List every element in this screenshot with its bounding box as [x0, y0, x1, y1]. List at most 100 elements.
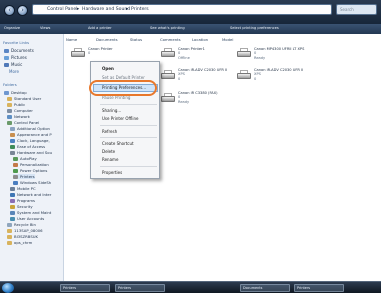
user-accounts-icon: [10, 217, 15, 221]
menu-refresh[interactable]: Refresh: [102, 129, 117, 134]
back-button[interactable]: ‹: [4, 5, 15, 16]
user-folder-icon: [7, 97, 12, 101]
column-model[interactable]: Model: [222, 37, 233, 42]
start-button[interactable]: [2, 283, 14, 293]
command-toolbar: Organize Views Add a printer See what's …: [0, 24, 381, 34]
appearance-icon: [10, 133, 15, 137]
clock-icon: [10, 139, 15, 143]
tree-folder-2[interactable]: BI3SZRBSUK: [7, 234, 38, 239]
column-documents[interactable]: Documents: [96, 37, 118, 42]
menu-sharing[interactable]: Sharing...: [102, 108, 121, 113]
tree-desktop[interactable]: Desktop: [4, 90, 27, 95]
sideshow-icon: [13, 181, 18, 185]
favorite-pictures[interactable]: Pictures: [4, 55, 27, 60]
tree-security[interactable]: Security: [10, 204, 33, 209]
documents-icon: [4, 49, 9, 53]
printer-item[interactable]: Canon iR-ADV C2030 UFR II XPS 0: [178, 68, 227, 81]
printer-item[interactable]: Canon Printer 0: [88, 47, 113, 56]
folders-heading[interactable]: Folders: [3, 82, 17, 87]
address-bar[interactable]: Control Panel ▸ Hardware and Sound ▸ Pri…: [32, 4, 332, 15]
security-icon: [10, 205, 15, 209]
autoplay-icon: [13, 157, 18, 161]
menu-use-printer-offline[interactable]: Use Printer Offline: [102, 116, 138, 121]
tree-folder-3[interactable]: ops_chrm: [7, 240, 32, 245]
personalization-icon: [13, 163, 18, 167]
context-menu: Open Set as Default Printer Printing Pre…: [90, 61, 160, 179]
printer-icon[interactable]: [70, 48, 86, 59]
printer-icon[interactable]: [160, 70, 176, 81]
folder-icon: [7, 229, 12, 233]
see-whats-printing-button[interactable]: See what's printing: [150, 26, 185, 30]
menu-open[interactable]: Open: [102, 66, 114, 71]
breadcrumb-control-panel[interactable]: Control Panel: [47, 7, 77, 12]
system-icon: [10, 211, 15, 215]
tree-folder-1[interactable]: 113SAP_08006: [7, 228, 43, 233]
tree-printers[interactable]: Printers: [13, 174, 35, 179]
tree-network[interactable]: Network: [7, 114, 30, 119]
column-name[interactable]: Name: [66, 37, 77, 42]
folder-icon: [7, 235, 12, 239]
printing-preferences-button[interactable]: Select printing preferences: [230, 26, 279, 30]
favorite-music[interactable]: Music: [4, 62, 22, 67]
tree-clock-language[interactable]: Clock, Language,: [10, 138, 50, 143]
menu-rename[interactable]: Rename: [102, 157, 118, 162]
breadcrumb-hardware-and-sound[interactable]: Hardware and Sound: [82, 7, 130, 12]
power-icon: [13, 169, 18, 173]
column-status[interactable]: Status: [130, 37, 142, 42]
hardware-icon: [10, 151, 15, 155]
favorite-more[interactable]: More: [9, 69, 19, 74]
tree-power-options[interactable]: Power Options: [13, 168, 47, 173]
printer-icon[interactable]: [236, 70, 252, 81]
tree-windows-sideshow[interactable]: Windows SideSh: [13, 180, 51, 185]
desktop-icon: [4, 91, 9, 95]
highlight-ring-annotation: [89, 80, 157, 96]
search-input[interactable]: Search: [336, 4, 377, 15]
tree-hardware-and-sound[interactable]: Hardware and Sou: [10, 150, 52, 155]
tree-mobile-pc[interactable]: Mobile PC: [10, 186, 36, 191]
menu-separator: [100, 166, 157, 167]
menu-properties[interactable]: Properties: [102, 170, 122, 175]
taskbar-button-printers-2[interactable]: Printers: [115, 284, 165, 292]
tree-network-internet[interactable]: Network and Inter: [10, 192, 51, 197]
views-button[interactable]: Views: [40, 26, 50, 30]
organize-button[interactable]: Organize: [4, 26, 20, 30]
navigation-pane: Favorite Links Documents Pictures Music …: [0, 34, 64, 281]
taskbar-button-documents[interactable]: Documents: [240, 284, 290, 292]
printer-icon[interactable]: [160, 48, 176, 59]
tree-appearance[interactable]: Appearance and P: [10, 132, 52, 137]
menu-create-shortcut[interactable]: Create Shortcut: [102, 141, 134, 146]
mobile-pc-icon: [10, 187, 15, 191]
printer-icon[interactable]: [160, 93, 176, 104]
tree-user-accounts[interactable]: User Accounts: [10, 216, 44, 221]
taskbar-button-printers[interactable]: Printers: [60, 284, 110, 292]
tree-recycle-bin[interactable]: Recycle Bin: [7, 222, 36, 227]
add-printer-button[interactable]: Add a printer: [88, 26, 112, 30]
printer-item[interactable]: Canon MP4300 UFRII LT XPS 0 Ready: [254, 47, 304, 60]
tree-additional-options[interactable]: Additional Option: [10, 126, 50, 131]
tree-public[interactable]: Public: [7, 102, 25, 107]
column-location[interactable]: Location: [192, 37, 208, 42]
tree-standard-user[interactable]: Standard User: [7, 96, 41, 101]
taskbar-button-printers-3[interactable]: Printers: [294, 284, 344, 292]
tree-personalization[interactable]: Personalization: [13, 162, 49, 167]
tree-programs[interactable]: Programs: [10, 198, 35, 203]
favorite-documents[interactable]: Documents: [4, 48, 34, 53]
tree-ease-of-access[interactable]: Ease of Access: [10, 144, 45, 149]
printer-item[interactable]: Canon iR C3380 (FAX) 0 Ready: [178, 91, 218, 104]
network-internet-icon: [10, 193, 15, 197]
tree-system-maintenance[interactable]: System and Maint: [10, 210, 51, 215]
tree-control-panel[interactable]: Control Panel: [7, 120, 39, 125]
printer-item[interactable]: Canon iR-ADV C2030 UFR II XPS 0: [254, 68, 303, 81]
music-icon: [4, 63, 9, 67]
column-comments[interactable]: Comments: [160, 37, 181, 42]
forward-button[interactable]: ›: [17, 5, 28, 16]
breadcrumb-printers[interactable]: Printers: [131, 7, 149, 12]
tree-autoplay[interactable]: AutoPlay: [13, 156, 37, 161]
network-icon: [7, 115, 12, 119]
printer-icon[interactable]: [236, 48, 252, 59]
folder-icon: [7, 241, 12, 245]
menu-separator: [100, 125, 157, 126]
tree-computer[interactable]: Computer: [7, 108, 33, 113]
printer-item[interactable]: Canon Printer1 0 Offline: [178, 47, 205, 60]
menu-delete[interactable]: Delete: [102, 149, 115, 154]
